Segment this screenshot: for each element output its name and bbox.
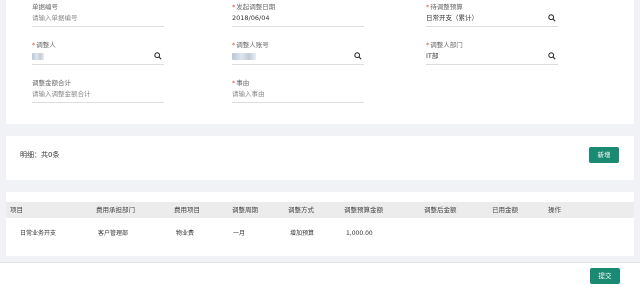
- adjuster-dept-input[interactable]: IT部: [426, 49, 558, 65]
- search-icon[interactable]: [354, 52, 362, 60]
- table-cell: 日常业务开支: [20, 230, 57, 237]
- submit-button[interactable]: 提交: [590, 268, 620, 284]
- table-cell: 增加预算: [290, 230, 315, 237]
- footer-bar: 提交: [0, 262, 640, 288]
- table-cell: 1,000.00: [346, 230, 373, 237]
- table-row[interactable]: 日常业务开支 客户管理部 物业费 一月 增加预算 1,000.00: [6, 224, 634, 244]
- total-input[interactable]: 请输入调整金额合计: [32, 87, 164, 103]
- required-mark: *: [32, 41, 36, 49]
- detail-panel: 明细：共0条 新增: [6, 136, 634, 180]
- adjust-date-field: *发起调整日期 2018/06/04: [232, 3, 364, 27]
- column-header: 调整后金额: [424, 206, 457, 214]
- search-icon[interactable]: [548, 52, 556, 60]
- form-panel: 单据编号 请输入单据编号 *发起调整日期 2018/06/04 *待调整预算 日…: [6, 0, 634, 124]
- adjuster-dept-value: IT部: [426, 52, 439, 60]
- add-button[interactable]: 新增: [589, 147, 619, 163]
- reason-field: *事由 请输入事由: [232, 79, 364, 103]
- adjuster-input[interactable]: [32, 49, 164, 65]
- budget-field: *待调整预算 日常开支（累计）: [426, 3, 558, 27]
- column-header: 已用金额: [492, 206, 518, 214]
- budget-value: 日常开支（累计）: [426, 14, 478, 22]
- required-mark: *: [426, 41, 430, 49]
- budget-input[interactable]: 日常开支（累计）: [426, 11, 558, 27]
- table-cell: 客户管理部: [98, 230, 129, 237]
- redacted-account: [232, 52, 256, 60]
- adjuster-field: *调整人: [32, 41, 164, 65]
- adjuster-label: 调整人: [36, 41, 56, 49]
- required-mark: *: [232, 3, 236, 11]
- detail-count: 明细：共0条: [20, 151, 60, 159]
- column-header: 调整方式: [288, 206, 314, 214]
- column-header: 费用项目: [174, 206, 200, 214]
- adjuster-account-label: 调整人账号: [236, 41, 269, 49]
- detail-table: 项目 费用承担部门 费用项目 调整周期 调整方式 调整预算金额 调整后金额 已用…: [6, 192, 634, 256]
- adjuster-dept-field: *调整人部门 IT部: [426, 41, 558, 65]
- column-header: 操作: [548, 206, 561, 214]
- budget-label: 待调整预算: [430, 3, 463, 11]
- adjuster-account-input[interactable]: [232, 49, 364, 65]
- column-header: 调整周期: [232, 206, 258, 214]
- adjuster-account-field: *调整人账号: [232, 41, 364, 65]
- redacted-name: [32, 52, 44, 60]
- required-mark: *: [232, 79, 236, 87]
- table-cell: 物业费: [176, 230, 195, 237]
- search-icon[interactable]: [548, 14, 556, 22]
- column-header: 费用承担部门: [96, 206, 135, 214]
- search-icon[interactable]: [154, 52, 162, 60]
- required-mark: *: [426, 3, 430, 11]
- doc-no-label: 单据编号: [32, 3, 58, 11]
- reason-input[interactable]: 请输入事由: [232, 87, 364, 103]
- total-label: 调整金额合计: [32, 79, 71, 87]
- table-cell: 一月: [233, 230, 246, 237]
- table-header: 项目 费用承担部门 费用项目 调整周期 调整方式 调整预算金额 调整后金额 已用…: [6, 202, 634, 218]
- adjust-date-label: 发起调整日期: [236, 3, 276, 11]
- required-mark: *: [232, 41, 236, 49]
- column-header: 调整预算金额: [344, 206, 383, 214]
- doc-no-field: 单据编号 请输入单据编号: [32, 3, 164, 27]
- reason-label: 事由: [236, 79, 250, 87]
- adjuster-dept-label: 调整人部门: [430, 41, 463, 49]
- total-field: 调整金额合计 请输入调整金额合计: [32, 79, 164, 103]
- column-header: 项目: [10, 206, 23, 214]
- doc-no-input[interactable]: 请输入单据编号: [32, 11, 164, 27]
- adjust-date-input[interactable]: 2018/06/04: [232, 11, 364, 27]
